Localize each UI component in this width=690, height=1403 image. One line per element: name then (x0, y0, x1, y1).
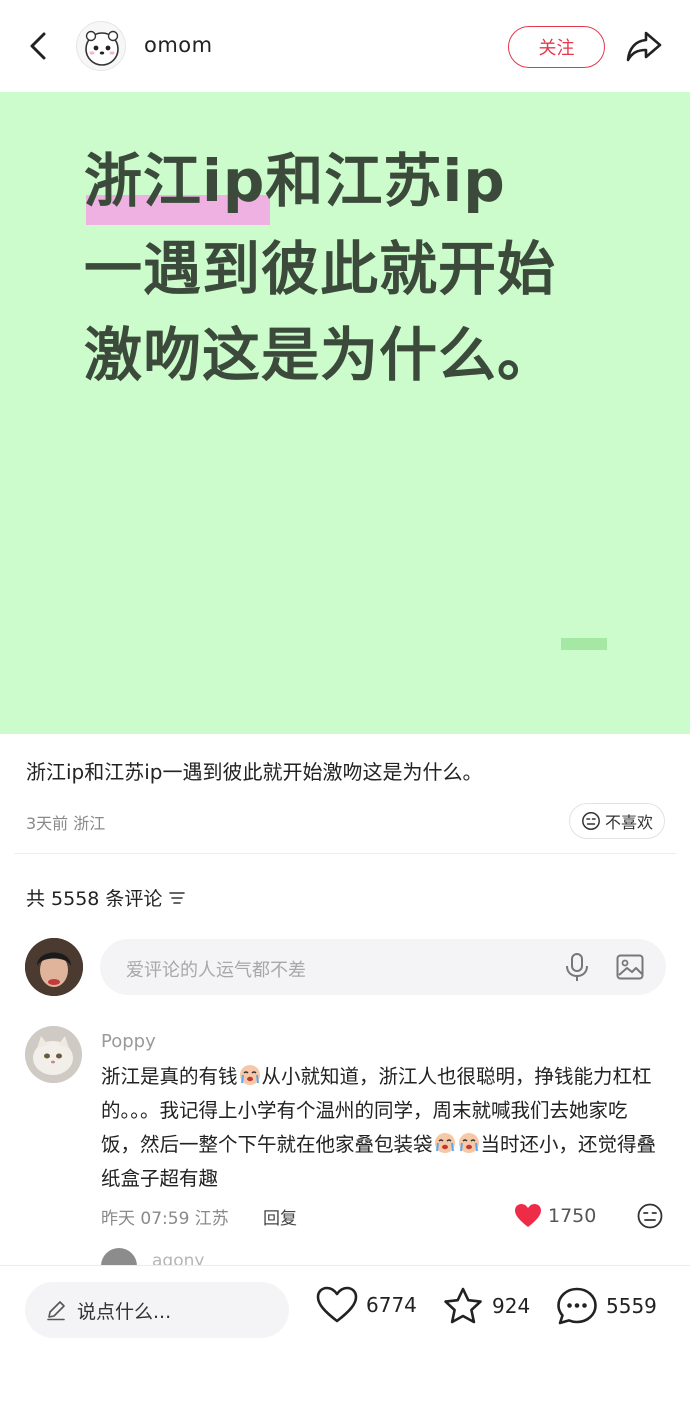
post-image-text-line-2: 一遇到彼此就开始 (84, 235, 557, 303)
post-like-button[interactable]: 6774 (316, 1286, 417, 1324)
user-photo-icon (25, 938, 83, 996)
post-image[interactable]: 浙江ip和江苏ip 一遇到彼此就开始 激吻这是为什么。 (0, 92, 690, 734)
post-meta: 3天前 浙江 (26, 814, 106, 833)
comment-like-count: 1750 (548, 1205, 597, 1227)
reply-button[interactable]: 回复 (263, 1204, 297, 1229)
heart-filled-icon (515, 1204, 541, 1227)
commenter-name[interactable]: Poppy (101, 1031, 156, 1052)
author-avatar[interactable] (76, 21, 126, 71)
crying-emoji-icon (458, 1133, 479, 1153)
share-icon[interactable] (624, 28, 664, 64)
sort-icon (169, 891, 186, 904)
section-divider (14, 853, 676, 854)
post-comment-count: 5559 (606, 1294, 657, 1318)
neutral-face-icon (582, 812, 600, 830)
bottom-action-bar: 说点什么... 6774 924 5559 (0, 1265, 690, 1403)
post-comment-button[interactable]: 5559 (556, 1286, 657, 1326)
my-avatar (25, 938, 83, 996)
top-header: omom 关注 (0, 0, 690, 92)
comment-like-button[interactable]: 1750 (514, 1203, 596, 1229)
post-caption: 浙江ip和江苏ip一遇到彼此就开始激吻这是为什么。 (26, 760, 483, 784)
dislike-label: 不喜欢 (604, 813, 653, 832)
post-favorite-button[interactable]: 924 (442, 1286, 530, 1326)
image-icon[interactable] (615, 952, 645, 982)
commenter-avatar[interactable] (25, 1026, 82, 1083)
cartoon-avatar-icon (85, 30, 119, 66)
cat-photo-icon (25, 1026, 82, 1083)
say-something-placeholder: 说点什么... (77, 1300, 172, 1323)
microphone-icon[interactable] (562, 951, 592, 983)
post-favorite-count: 924 (492, 1294, 531, 1318)
comment-bubble-icon (557, 1287, 597, 1325)
post-like-count: 6774 (366, 1293, 417, 1317)
crying-emoji-icon (434, 1133, 455, 1153)
dislike-button[interactable]: 不喜欢 (569, 803, 665, 839)
pencil-icon (47, 1301, 65, 1321)
comments-count-label: 共 5558 条评论 (26, 888, 163, 910)
comment-meta: 昨天 07:59 江苏 (101, 1209, 229, 1229)
author-name[interactable]: omom (144, 33, 213, 57)
heart-outline-icon (316, 1286, 358, 1323)
comment-text: 浙江是真的有钱 从小就知道，浙江人也很聪明，挣钱能力杠杠的。。。我记得上小学有个温… (101, 1065, 657, 1190)
comment-input-placeholder: 爱评论的人运气都不差 (126, 960, 306, 981)
follow-button[interactable]: 关注 (508, 26, 605, 68)
post-image-text-line-1: 浙江ip和江苏ip (84, 147, 506, 215)
comments-count-sort[interactable]: 共 5558 条评论 (26, 884, 186, 911)
crying-emoji-icon (239, 1065, 260, 1085)
image-page-indicator (561, 638, 607, 650)
back-arrow-icon[interactable] (22, 28, 58, 64)
say-something-input[interactable]: 说点什么... (25, 1282, 289, 1338)
star-outline-icon (444, 1287, 482, 1324)
comment-dislike-icon[interactable] (636, 1202, 664, 1230)
post-image-text-line-3: 激吻这是为什么。 (84, 321, 557, 389)
